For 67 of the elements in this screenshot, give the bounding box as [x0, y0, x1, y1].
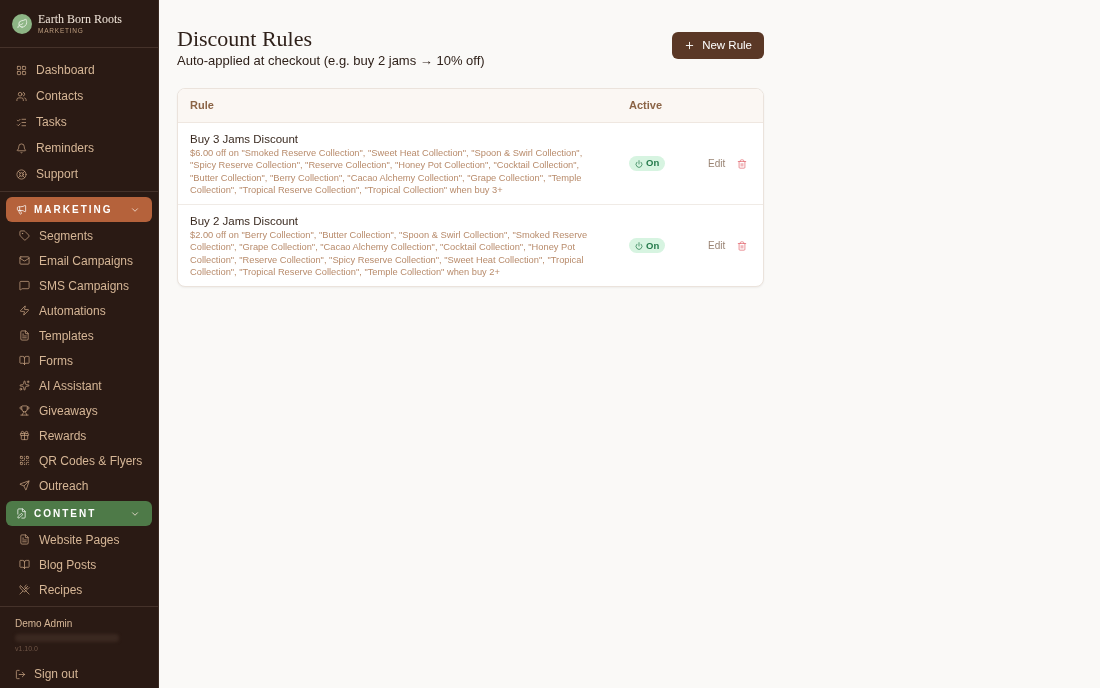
new-rule-button[interactable]: New Rule — [672, 32, 764, 59]
chat-bubble-icon — [19, 280, 30, 291]
nav-item[interactable]: QR Codes & Flyers — [0, 448, 158, 473]
document-icon — [19, 330, 30, 341]
utensils-icon — [19, 584, 30, 595]
sign-out-icon — [15, 668, 26, 680]
nav-item[interactable]: Email Campaigns — [0, 248, 158, 273]
rule-name: Buy 3 Jams Discount — [190, 132, 299, 147]
trash-icon — [737, 241, 748, 252]
nav-item[interactable]: Outreach — [0, 473, 158, 498]
brand-name: Earth Born Roots — [38, 12, 122, 25]
people-icon — [16, 90, 27, 102]
nav-item[interactable]: Website Pages — [0, 527, 158, 552]
nav-item[interactable]: Rewards — [0, 423, 158, 448]
megaphone-icon — [16, 204, 27, 215]
trophy-icon — [19, 405, 30, 416]
sign-out-link[interactable]: Sign out — [15, 665, 158, 683]
page-subtitle: Auto-applied at checkout (e.g. buy 2 jams → 10% off) — [177, 53, 485, 69]
nav-item[interactable]: Tasks — [0, 109, 158, 135]
trash-icon — [737, 159, 748, 169]
nav-item[interactable]: Giveaways — [0, 398, 158, 423]
power-icon — [635, 159, 643, 168]
document-edit-icon — [16, 508, 27, 519]
sparkle-icon — [19, 380, 30, 391]
lifebuoy-icon — [16, 168, 27, 180]
nav-item[interactable]: Reminders — [0, 135, 158, 161]
paper-plane-icon — [19, 480, 30, 491]
user-name: Demo Admin — [15, 617, 74, 631]
rule-name: Buy 2 Jams Discount — [190, 214, 299, 230]
lightning-icon — [19, 305, 30, 316]
nav-item[interactable]: Support — [0, 161, 158, 187]
bell-icon — [16, 142, 27, 154]
nav-item[interactable]: Contacts — [0, 83, 158, 109]
nav-item[interactable]: Automations — [0, 298, 158, 323]
page-title: Discount Rules — [177, 26, 314, 52]
nav-item[interactable]: Recipes — [0, 577, 158, 602]
book-icon — [19, 559, 30, 570]
checklist-icon — [16, 116, 27, 128]
book-icon — [19, 355, 30, 366]
gift-icon — [19, 430, 30, 441]
rule-description: $2.00 off on "Berry Collection", "Butter Collection", "Spoon & Swirl Collection", "Smoked Reserve Collection", "Grape Collection", "Cacao Alchemy Collection", "Cocktail Collection", "Honey Pot Collection", "Reserve Collection", "Spicy Reserve Collection", "Sweet Heat Collection", "Tropical Collection", "Tropical Reserve Collection", "Temple Collection" when buy 2+ — [190, 229, 589, 279]
delete-button[interactable] — [737, 241, 748, 252]
section-header[interactable]: CONTENT — [6, 501, 152, 526]
section-header[interactable]: MARKETING — [6, 197, 152, 222]
edit-link[interactable]: Edit — [708, 240, 726, 253]
nav-item[interactable]: SMS Campaigns — [0, 273, 158, 298]
power-icon — [635, 241, 643, 250]
nav-item[interactable]: Templates — [0, 323, 158, 348]
qr-code-icon — [19, 455, 30, 466]
grid-icon — [16, 64, 27, 76]
tag-icon — [19, 230, 30, 241]
rule-description: $6.00 off on "Smoked Reserve Collection", "Sweet Heat Collection", "Spoon & Swirl Collection", "Spicy Reserve Collection", "Reserve Collection", "Honey Pot Collection", "Cocktail Collection", "Butter Collection", "Berry Collection", "Cacao Alchemy Collection", "Grape Collection", "Temple Collection", "Tropical Reserve Collection", "Tropical Collection" when buy 3+ — [190, 147, 584, 197]
leaf-logo-icon — [12, 13, 32, 34]
nav-item[interactable]: Dashboard — [0, 57, 158, 83]
active-toggle[interactable]: On — [629, 238, 666, 254]
column-header: Active — [629, 98, 663, 114]
envelope-icon — [19, 255, 30, 266]
nav-item[interactable]: Blog Posts — [0, 552, 158, 577]
nav-item[interactable]: Forms — [0, 348, 158, 373]
delete-button[interactable] — [737, 159, 748, 169]
document-icon — [19, 534, 30, 545]
nav-item[interactable]: AI Assistant — [0, 373, 158, 398]
plus-icon — [684, 40, 696, 51]
edit-link[interactable]: Edit — [708, 158, 726, 170]
active-toggle[interactable]: On — [629, 156, 666, 171]
column-header: Rule — [189, 98, 215, 114]
nav-item[interactable]: Segments — [0, 223, 158, 248]
